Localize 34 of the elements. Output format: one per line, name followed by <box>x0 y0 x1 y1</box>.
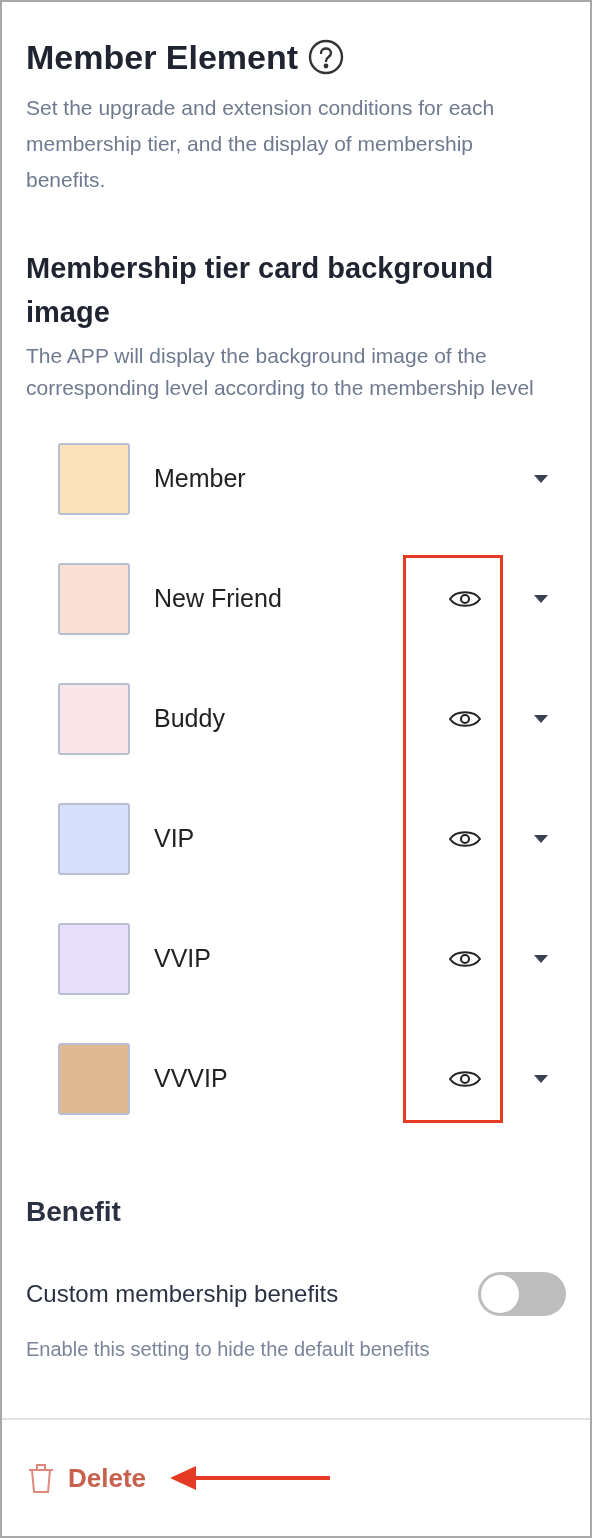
delete-button[interactable]: Delete <box>28 1458 147 1498</box>
color-swatch[interactable] <box>58 683 130 755</box>
setting-label: Custom membership benefits <box>26 1279 339 1309</box>
tier-name: VVIP <box>154 943 211 975</box>
tier-name: New Friend <box>154 583 282 615</box>
tier-name: VIP <box>154 823 195 855</box>
color-swatch[interactable] <box>58 563 130 635</box>
panel-description: Set the upgrade and extension conditions for each membership tier, and the display of membership benefits. <box>26 95 496 193</box>
tier-name: Member <box>154 463 246 495</box>
caret-icon[interactable] <box>534 715 548 723</box>
trash-icon <box>28 1463 54 1493</box>
help-icon[interactable] <box>308 39 345 75</box>
panel-title: Member Element <box>26 37 299 78</box>
caret-icon[interactable] <box>534 595 548 603</box>
caret-icon[interactable] <box>534 475 548 483</box>
eye-icon[interactable] <box>448 588 482 610</box>
eye-icon[interactable] <box>448 1068 482 1090</box>
color-swatch[interactable] <box>58 803 130 875</box>
section-heading: Benefit <box>26 1195 122 1229</box>
eye-icon[interactable] <box>448 948 482 970</box>
color-swatch[interactable] <box>58 1043 130 1115</box>
caret-icon[interactable] <box>534 1075 548 1083</box>
section-description: The APP will display the background image of the corresponding level according to the membership level <box>26 343 535 401</box>
caret-icon[interactable] <box>534 835 548 843</box>
tier-name: VVVIP <box>154 1063 228 1095</box>
section-heading: Membership tier card background image <box>26 251 495 330</box>
tier-name: Buddy <box>154 703 225 735</box>
setting-hint: Enable this setting to hide the default benefits <box>26 1337 431 1362</box>
toggle-switch[interactable] <box>478 1272 566 1316</box>
color-swatch[interactable] <box>58 443 130 515</box>
eye-icon[interactable] <box>448 708 482 730</box>
eye-icon[interactable] <box>448 828 482 850</box>
caret-icon[interactable] <box>534 955 548 963</box>
color-swatch[interactable] <box>58 923 130 995</box>
